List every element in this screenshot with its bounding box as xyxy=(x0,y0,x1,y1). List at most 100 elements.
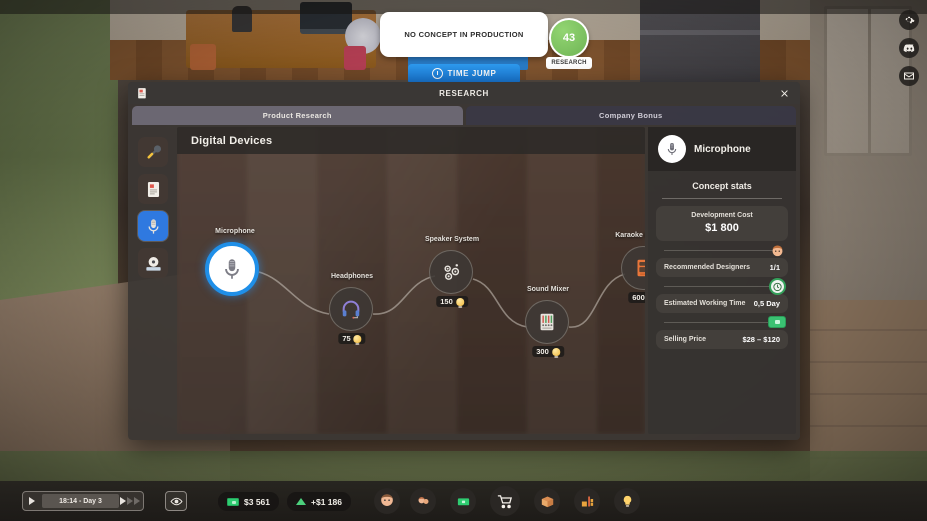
tech-node-karaoke-machine-cost: 600 xyxy=(628,292,645,303)
selling-price-label: Selling Price xyxy=(664,336,707,343)
tech-node-microphone: Microphone xyxy=(205,228,265,302)
avatar[interactable] xyxy=(374,488,400,514)
working-time-card: Estimated Working Time 0,5 Day xyxy=(656,294,788,313)
microphone-icon xyxy=(658,135,686,163)
development-cost-card: Development Cost $1 800 xyxy=(656,206,788,241)
recommended-designers-value: 1/1 xyxy=(769,263,780,272)
employees-icon[interactable] xyxy=(410,488,436,514)
tech-node-speaker-system-button[interactable] xyxy=(429,250,473,294)
tech-node-karaoke-machine-button[interactable] xyxy=(621,246,645,290)
tech-tree-canvas: Microphone Headphones 75 Speaker System … xyxy=(177,154,645,434)
research-points-value: 43 xyxy=(562,32,576,44)
development-cost-value: $1 800 xyxy=(705,222,739,234)
concept-header: Microphone xyxy=(648,127,796,171)
working-time-wrap: Estimated Working Time 0,5 Day xyxy=(648,278,796,313)
tech-node-speaker-system-cost-value: 150 xyxy=(440,297,453,306)
concept-title: Microphone xyxy=(694,143,751,155)
tech-node-sound-mixer: Sound Mixer 300 xyxy=(525,286,571,358)
income-value: +$1 186 xyxy=(311,496,342,507)
research-badge-label: RESEARCH xyxy=(551,60,587,66)
research-icon[interactable] xyxy=(614,488,640,514)
cash-value: $3 561 xyxy=(244,496,270,507)
tab-product-research-label: Product Research xyxy=(262,111,332,120)
cash-indicator: $3 561 xyxy=(218,492,279,511)
income-indicator: +$1 186 xyxy=(287,492,351,511)
speed-1-icon[interactable] xyxy=(120,497,126,505)
speed-3-icon[interactable] xyxy=(134,497,140,505)
research-points-badge[interactable]: 43 xyxy=(549,18,589,58)
close-icon[interactable] xyxy=(776,85,792,101)
money-icon xyxy=(227,497,239,506)
recommended-designers-card: Recommended Designers 1/1 xyxy=(656,258,788,277)
trend-up-icon xyxy=(296,498,306,505)
tech-tree-title: Digital Devices xyxy=(191,134,273,147)
tech-node-headphones-cost-value: 75 xyxy=(342,334,351,343)
tech-node-microphone-button[interactable] xyxy=(205,242,259,296)
designer-icon xyxy=(769,242,786,259)
research-badge-label-chip: RESEARCH xyxy=(546,57,592,69)
recommended-designers-label: Recommended Designers xyxy=(664,264,750,271)
tech-node-karaoke-machine-label: Karaoke Machine xyxy=(615,232,645,239)
tab-product-research[interactable]: Product Research xyxy=(132,106,463,125)
selling-price-wrap: Selling Price $28 – $120 xyxy=(648,316,796,349)
speed-2-icon[interactable] xyxy=(127,497,133,505)
working-time-value: 0,5 Day xyxy=(753,299,780,308)
tab-company-bonus[interactable]: Company Bonus xyxy=(465,106,796,125)
category-tools[interactable] xyxy=(138,137,168,167)
side-icon-rail xyxy=(899,10,919,86)
mail-icon[interactable] xyxy=(899,66,919,86)
research-point-icon xyxy=(353,334,362,345)
working-time-label: Estimated Working Time xyxy=(664,300,746,307)
inventory-icon[interactable] xyxy=(534,488,560,514)
gear-icon[interactable] xyxy=(899,10,919,30)
finance-icon[interactable] xyxy=(450,488,476,514)
category-audio[interactable] xyxy=(138,211,168,241)
tech-node-headphones-button[interactable] xyxy=(329,287,373,331)
category-office[interactable] xyxy=(138,174,168,204)
tech-node-karaoke-machine-cost-value: 600 xyxy=(632,293,645,302)
clock-icon xyxy=(431,68,443,79)
time-display: 18:14 - Day 3 xyxy=(59,497,102,505)
fast-forward-buttons[interactable] xyxy=(120,497,143,505)
tech-node-sound-mixer-cost-value: 300 xyxy=(536,347,549,356)
modal-title: RESEARCH xyxy=(439,88,489,98)
money-icon xyxy=(768,316,786,328)
development-cost-label: Development Cost xyxy=(691,212,753,219)
modal-title-bar: RESEARCH xyxy=(128,82,800,104)
category-media[interactable] xyxy=(138,248,168,278)
tech-node-headphones-cost: 75 xyxy=(338,333,366,345)
time-jump-label: TIME JUMP xyxy=(447,69,497,78)
modal-tabs: Product Research Company Bonus xyxy=(128,104,800,125)
tab-company-bonus-label: Company Bonus xyxy=(599,111,663,120)
concept-stats-heading: Concept stats xyxy=(692,181,752,191)
tech-node-headphones-label: Headphones xyxy=(330,273,374,280)
stopwatch-icon xyxy=(769,278,786,295)
discord-icon[interactable] xyxy=(899,38,919,58)
tech-node-speaker-system-cost: 150 xyxy=(436,296,468,308)
production-icon[interactable] xyxy=(574,488,600,514)
tech-node-microphone-label: Microphone xyxy=(215,228,255,235)
tech-tree-panel: Digital Devices Microphone Headphones 75… xyxy=(177,127,645,434)
tech-node-karaoke-machine: Karaoke Machine 600 xyxy=(615,232,645,303)
selling-price-card: Selling Price $28 – $120 xyxy=(656,330,788,349)
research-point-icon xyxy=(551,347,560,358)
tech-node-speaker-system: Speaker System 150 xyxy=(425,236,479,308)
research-modal: RESEARCH Product Research Company Bonus xyxy=(128,82,800,440)
tech-node-headphones: Headphones 75 xyxy=(329,273,375,345)
recommended-designers-wrap: Recommended Designers 1/1 xyxy=(648,245,796,277)
tech-tree-header: Digital Devices xyxy=(177,127,645,154)
shop-icon[interactable] xyxy=(490,486,520,516)
view-toggle-button[interactable] xyxy=(165,491,187,511)
play-button[interactable] xyxy=(23,492,41,510)
modal-body: Digital Devices Microphone Headphones 75… xyxy=(128,125,800,438)
game-clock: 18:14 - Day 3 xyxy=(42,494,119,508)
concept-production-banner: NO CONCEPT IN PRODUCTION xyxy=(380,12,548,57)
tech-node-sound-mixer-label: Sound Mixer xyxy=(526,286,570,293)
research-point-icon xyxy=(455,297,464,308)
category-rail xyxy=(132,127,174,434)
stats-divider xyxy=(662,198,782,199)
tech-node-sound-mixer-button[interactable] xyxy=(525,300,569,344)
time-control-widget[interactable]: 18:14 - Day 3 xyxy=(22,491,144,511)
tech-node-speaker-system-label: Speaker System xyxy=(424,236,480,243)
concept-banner-text: NO CONCEPT IN PRODUCTION xyxy=(404,30,524,39)
